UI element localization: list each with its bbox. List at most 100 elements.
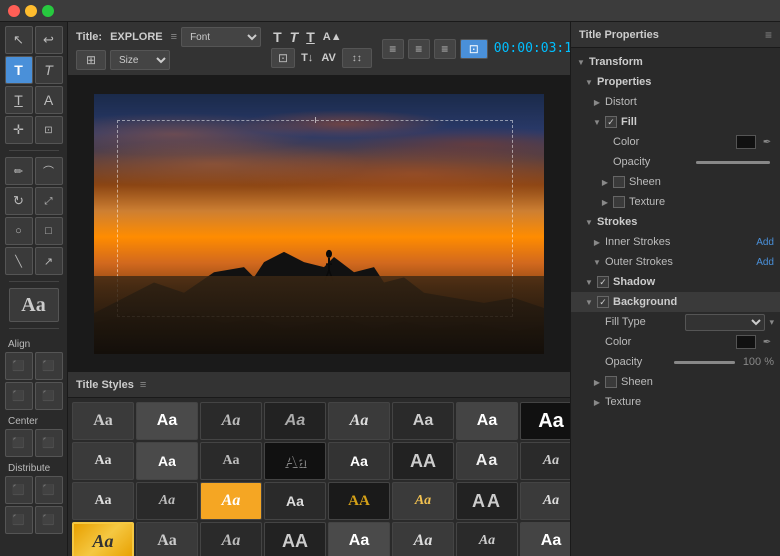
bg-eyedropper-button[interactable]: ✒ <box>760 335 774 349</box>
font-preview-button[interactable]: Aa <box>9 288 59 322</box>
sheen-row[interactable]: Sheen <box>571 172 780 192</box>
opacity-slider[interactable] <box>696 161 771 164</box>
style-cell-21[interactable]: Aa <box>392 482 454 520</box>
center-h-tool[interactable]: ⬛ <box>5 429 33 457</box>
minimize-button[interactable] <box>25 5 37 17</box>
style-cell-2[interactable]: Aa <box>200 402 262 440</box>
style-cell-19[interactable]: Aa <box>264 482 326 520</box>
type-underline-tool[interactable]: T <box>5 86 33 114</box>
size-dropdown[interactable]: Size <box>110 50 170 70</box>
align-center-btn[interactable]: ≡ <box>408 39 430 59</box>
style-cell-13[interactable]: AA <box>392 442 454 480</box>
selection-tool[interactable]: ↖ <box>5 26 33 54</box>
style-cell-12[interactable]: Aa <box>328 442 390 480</box>
style-cell-16[interactable]: Aa <box>72 482 134 520</box>
pen-tool[interactable]: ✏ <box>5 157 33 185</box>
align-left-tool[interactable]: ⬛ <box>5 352 33 380</box>
outer-strokes-row[interactable]: Outer Strokes Add <box>571 252 780 272</box>
title-safe-btn[interactable]: ⊡ <box>460 39 488 59</box>
style-cell-24[interactable]: Aa <box>72 522 134 556</box>
pencil-tool[interactable]: ⌒ <box>35 157 63 185</box>
title-styles-menu-icon[interactable]: ≡ <box>140 379 146 391</box>
subscript-button[interactable]: T↓ <box>299 52 315 64</box>
transform-triangle[interactable] <box>577 58 585 66</box>
background-row[interactable]: Background <box>571 292 780 312</box>
style-cell-25[interactable]: Aa <box>136 522 198 556</box>
shadow-triangle[interactable] <box>585 278 593 286</box>
spacing-btn[interactable]: ↕↕ <box>342 48 372 68</box>
line-tool[interactable]: ╲ <box>5 247 33 275</box>
bg-color-swatch[interactable] <box>736 335 756 349</box>
texture-row[interactable]: Texture <box>571 192 780 212</box>
style-cell-5[interactable]: Aa <box>392 402 454 440</box>
distort-row[interactable]: Distort <box>571 92 780 112</box>
shadow-checkbox[interactable] <box>597 276 609 288</box>
media-type-btn[interactable]: ⊞ <box>76 50 106 70</box>
sheen-checkbox[interactable] <box>613 176 625 188</box>
style-cell-11[interactable]: Aa <box>264 442 326 480</box>
distribute-v-tool[interactable]: ⬛ <box>35 476 63 504</box>
superscript-button[interactable]: AV <box>319 52 337 64</box>
align-left-btn[interactable]: ≡ <box>382 39 404 59</box>
type-tool[interactable]: T <box>5 56 33 84</box>
style-cell-10[interactable]: Aa <box>200 442 262 480</box>
distribute-f-tool[interactable]: ⬛ <box>35 506 63 534</box>
outer-strokes-add-button[interactable]: Add <box>756 257 774 268</box>
style-cell-27[interactable]: AA <box>264 522 326 556</box>
align-bottom-tool[interactable]: ⬛ <box>35 382 63 410</box>
panel-menu-icon[interactable]: ≡ <box>765 28 772 42</box>
background-checkbox[interactable] <box>597 296 609 308</box>
arrow-tool[interactable]: ↗ <box>35 247 63 275</box>
style-cell-22[interactable]: AA <box>456 482 518 520</box>
style-cell-7[interactable]: Aa <box>520 402 570 440</box>
bg-sheen-row[interactable]: Sheen <box>571 372 780 392</box>
sheen-triangle[interactable] <box>601 178 609 186</box>
inner-strokes-triangle[interactable] <box>593 238 601 246</box>
text-box-btn[interactable]: ⊡ <box>271 48 295 68</box>
background-triangle[interactable] <box>585 298 593 306</box>
style3-button[interactable]: T <box>304 29 317 45</box>
style-cell-20[interactable]: AA <box>328 482 390 520</box>
properties-section-row[interactable]: Properties <box>571 72 780 92</box>
undo-tool[interactable]: ↩ <box>35 26 63 54</box>
type-italic-tool[interactable]: T <box>35 56 63 84</box>
inner-strokes-row[interactable]: Inner Strokes Add <box>571 232 780 252</box>
fill-row[interactable]: Fill <box>571 112 780 132</box>
texture-triangle[interactable] <box>601 198 609 206</box>
font-dropdown[interactable]: Font <box>181 27 261 47</box>
style-cell-18[interactable]: Aa <box>200 482 262 520</box>
italic-button[interactable]: T <box>288 29 301 45</box>
close-button[interactable] <box>8 5 20 17</box>
fullscreen-button[interactable] <box>42 5 54 17</box>
rectangle-tool[interactable]: □ <box>35 217 63 245</box>
style-cell-0[interactable]: Aa <box>72 402 134 440</box>
style-cell-29[interactable]: Aa <box>392 522 454 556</box>
rotate-tool[interactable]: ↻ <box>5 187 33 215</box>
bg-sheen-checkbox[interactable] <box>605 376 617 388</box>
fill-type-dropdown[interactable] <box>685 314 765 331</box>
ellipse-tool[interactable]: ○ <box>5 217 33 245</box>
strokes-triangle[interactable] <box>585 218 593 226</box>
style-cell-15[interactable]: Aa <box>520 442 570 480</box>
bg-texture-triangle[interactable] <box>593 398 601 406</box>
center-v-tool[interactable]: ⬛ <box>35 429 63 457</box>
style-cell-4[interactable]: Aa <box>328 402 390 440</box>
align-center-tool[interactable]: ⬛ <box>35 352 63 380</box>
bold-button[interactable]: T <box>271 29 284 45</box>
fill-triangle[interactable] <box>593 118 601 126</box>
texture-checkbox[interactable] <box>613 196 625 208</box>
distort-triangle[interactable] <box>593 98 601 106</box>
style-cell-14[interactable]: Aa <box>456 442 518 480</box>
style-cell-6[interactable]: Aa <box>456 402 518 440</box>
strokes-row[interactable]: Strokes <box>571 212 780 232</box>
style-cell-31[interactable]: Aa <box>520 522 570 556</box>
style-cell-9[interactable]: Aa <box>136 442 198 480</box>
bg-sheen-triangle[interactable] <box>593 378 601 386</box>
style-cell-26[interactable]: Aa <box>200 522 262 556</box>
type-shadow-tool[interactable]: A <box>35 86 63 114</box>
eyedropper-button[interactable]: ✒ <box>760 135 774 149</box>
style-cell-17[interactable]: Aa <box>136 482 198 520</box>
outer-strokes-triangle[interactable] <box>593 258 601 266</box>
move-tool[interactable]: ✛ <box>5 116 33 144</box>
align-right-btn[interactable]: ≡ <box>434 39 456 59</box>
